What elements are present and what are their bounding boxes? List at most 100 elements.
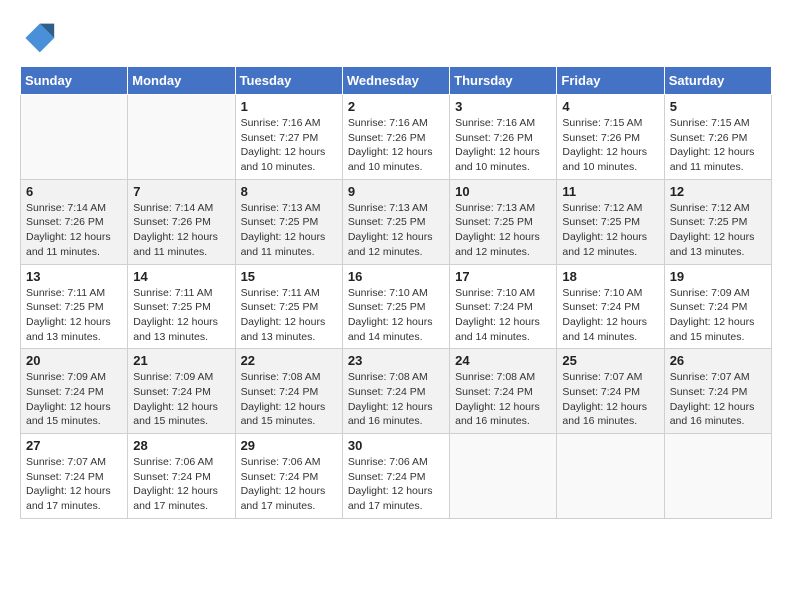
calendar-cell: 12 Sunrise: 7:12 AMSunset: 7:25 PMDayligh… — [664, 179, 771, 264]
weekday-header: Wednesday — [342, 67, 449, 95]
day-detail: Sunrise: 7:08 AMSunset: 7:24 PMDaylight:… — [455, 370, 551, 429]
day-number: 12 — [670, 184, 766, 199]
calendar-cell: 28 Sunrise: 7:06 AMSunset: 7:24 PMDayligh… — [128, 434, 235, 519]
weekday-header: Thursday — [450, 67, 557, 95]
day-number: 28 — [133, 438, 229, 453]
day-detail: Sunrise: 7:12 AMSunset: 7:25 PMDaylight:… — [670, 201, 766, 260]
calendar-cell: 4 Sunrise: 7:15 AMSunset: 7:26 PMDaylight… — [557, 95, 664, 180]
calendar-week-row: 6 Sunrise: 7:14 AMSunset: 7:26 PMDaylight… — [21, 179, 772, 264]
day-number: 1 — [241, 99, 337, 114]
day-detail: Sunrise: 7:09 AMSunset: 7:24 PMDaylight:… — [670, 286, 766, 345]
calendar-cell: 17 Sunrise: 7:10 AMSunset: 7:24 PMDayligh… — [450, 264, 557, 349]
day-number: 10 — [455, 184, 551, 199]
weekday-header: Saturday — [664, 67, 771, 95]
calendar-cell: 5 Sunrise: 7:15 AMSunset: 7:26 PMDaylight… — [664, 95, 771, 180]
logo-icon — [20, 20, 56, 56]
calendar-cell: 22Sunrise: 7:08 AMSunset: 7:24 PMDayligh… — [235, 349, 342, 434]
day-number: 15 — [241, 269, 337, 284]
weekday-header: Monday — [128, 67, 235, 95]
day-number: 18 — [562, 269, 658, 284]
day-number: 25 — [562, 353, 658, 368]
calendar-cell: 1 Sunrise: 7:16 AMSunset: 7:27 PMDaylight… — [235, 95, 342, 180]
calendar-week-row: 20Sunrise: 7:09 AMSunset: 7:24 PMDayligh… — [21, 349, 772, 434]
logo — [20, 20, 62, 56]
day-detail: Sunrise: 7:13 AMSunset: 7:25 PMDaylight:… — [241, 201, 337, 260]
calendar-cell: 27 Sunrise: 7:07 AMSunset: 7:24 PMDayligh… — [21, 434, 128, 519]
calendar-cell: 13 Sunrise: 7:11 AMSunset: 7:25 PMDayligh… — [21, 264, 128, 349]
day-detail: Sunrise: 7:13 AMSunset: 7:25 PMDaylight:… — [348, 201, 444, 260]
calendar-cell — [128, 95, 235, 180]
day-number: 23 — [348, 353, 444, 368]
day-detail: Sunrise: 7:07 AMSunset: 7:24 PMDaylight:… — [562, 370, 658, 429]
day-number: 3 — [455, 99, 551, 114]
weekday-header: Friday — [557, 67, 664, 95]
weekday-header: Tuesday — [235, 67, 342, 95]
weekday-header: Sunday — [21, 67, 128, 95]
calendar-cell: 23 Sunrise: 7:08 AMSunset: 7:24 PMDayligh… — [342, 349, 449, 434]
calendar-cell: 20Sunrise: 7:09 AMSunset: 7:24 PMDayligh… — [21, 349, 128, 434]
day-detail: Sunrise: 7:12 AMSunset: 7:25 PMDaylight:… — [562, 201, 658, 260]
calendar-week-row: 1 Sunrise: 7:16 AMSunset: 7:27 PMDaylight… — [21, 95, 772, 180]
day-number: 16 — [348, 269, 444, 284]
calendar-cell — [21, 95, 128, 180]
day-detail: Sunrise: 7:08 AMSunset: 7:24 PMDaylight:… — [348, 370, 444, 429]
day-detail: Sunrise: 7:11 AMSunset: 7:25 PMDaylight:… — [26, 286, 122, 345]
day-number: 2 — [348, 99, 444, 114]
day-number: 21 — [133, 353, 229, 368]
day-number: 6 — [26, 184, 122, 199]
calendar-cell — [450, 434, 557, 519]
calendar-cell: 25 Sunrise: 7:07 AMSunset: 7:24 PMDayligh… — [557, 349, 664, 434]
calendar-cell: 19 Sunrise: 7:09 AMSunset: 7:24 PMDayligh… — [664, 264, 771, 349]
day-number: 17 — [455, 269, 551, 284]
calendar-cell: 21Sunrise: 7:09 AMSunset: 7:24 PMDayligh… — [128, 349, 235, 434]
calendar-cell: 9 Sunrise: 7:13 AMSunset: 7:25 PMDaylight… — [342, 179, 449, 264]
day-number: 5 — [670, 99, 766, 114]
day-number: 13 — [26, 269, 122, 284]
calendar-cell: 10Sunrise: 7:13 AMSunset: 7:25 PMDayligh… — [450, 179, 557, 264]
day-number: 27 — [26, 438, 122, 453]
day-detail: Sunrise: 7:15 AMSunset: 7:26 PMDaylight:… — [562, 116, 658, 175]
calendar-cell: 15 Sunrise: 7:11 AMSunset: 7:25 PMDayligh… — [235, 264, 342, 349]
calendar-cell: 30 Sunrise: 7:06 AMSunset: 7:24 PMDayligh… — [342, 434, 449, 519]
calendar-cell: 7 Sunrise: 7:14 AMSunset: 7:26 PMDaylight… — [128, 179, 235, 264]
day-detail: Sunrise: 7:16 AMSunset: 7:26 PMDaylight:… — [348, 116, 444, 175]
day-number: 24 — [455, 353, 551, 368]
calendar-body: 1 Sunrise: 7:16 AMSunset: 7:27 PMDaylight… — [21, 95, 772, 519]
day-detail: Sunrise: 7:08 AMSunset: 7:24 PMDaylight:… — [241, 370, 337, 429]
day-detail: Sunrise: 7:10 AMSunset: 7:24 PMDaylight:… — [562, 286, 658, 345]
day-number: 26 — [670, 353, 766, 368]
page-header — [20, 20, 772, 56]
day-detail: Sunrise: 7:16 AMSunset: 7:27 PMDaylight:… — [241, 116, 337, 175]
day-number: 9 — [348, 184, 444, 199]
calendar-cell: 3 Sunrise: 7:16 AMSunset: 7:26 PMDaylight… — [450, 95, 557, 180]
day-detail: Sunrise: 7:14 AMSunset: 7:26 PMDaylight:… — [133, 201, 229, 260]
day-detail: Sunrise: 7:14 AMSunset: 7:26 PMDaylight:… — [26, 201, 122, 260]
day-detail: Sunrise: 7:06 AMSunset: 7:24 PMDaylight:… — [348, 455, 444, 514]
day-detail: Sunrise: 7:11 AMSunset: 7:25 PMDaylight:… — [241, 286, 337, 345]
day-number: 4 — [562, 99, 658, 114]
day-number: 19 — [670, 269, 766, 284]
calendar-cell: 18 Sunrise: 7:10 AMSunset: 7:24 PMDayligh… — [557, 264, 664, 349]
day-detail: Sunrise: 7:07 AMSunset: 7:24 PMDaylight:… — [26, 455, 122, 514]
day-detail: Sunrise: 7:06 AMSunset: 7:24 PMDaylight:… — [133, 455, 229, 514]
day-detail: Sunrise: 7:09 AMSunset: 7:24 PMDaylight:… — [26, 370, 122, 429]
day-detail: Sunrise: 7:10 AMSunset: 7:24 PMDaylight:… — [455, 286, 551, 345]
day-detail: Sunrise: 7:16 AMSunset: 7:26 PMDaylight:… — [455, 116, 551, 175]
day-number: 14 — [133, 269, 229, 284]
calendar-cell — [557, 434, 664, 519]
calendar-cell: 11 Sunrise: 7:12 AMSunset: 7:25 PMDayligh… — [557, 179, 664, 264]
day-detail: Sunrise: 7:15 AMSunset: 7:26 PMDaylight:… — [670, 116, 766, 175]
calendar-cell: 6 Sunrise: 7:14 AMSunset: 7:26 PMDaylight… — [21, 179, 128, 264]
calendar-cell: 16Sunrise: 7:10 AMSunset: 7:25 PMDayligh… — [342, 264, 449, 349]
calendar-cell: 24 Sunrise: 7:08 AMSunset: 7:24 PMDayligh… — [450, 349, 557, 434]
day-number: 30 — [348, 438, 444, 453]
calendar-table: SundayMondayTuesdayWednesdayThursdayFrid… — [20, 66, 772, 519]
day-number: 11 — [562, 184, 658, 199]
calendar-cell — [664, 434, 771, 519]
day-detail: Sunrise: 7:11 AMSunset: 7:25 PMDaylight:… — [133, 286, 229, 345]
calendar-week-row: 27 Sunrise: 7:07 AMSunset: 7:24 PMDayligh… — [21, 434, 772, 519]
day-number: 7 — [133, 184, 229, 199]
calendar-cell: 2 Sunrise: 7:16 AMSunset: 7:26 PMDaylight… — [342, 95, 449, 180]
calendar-cell: 14 Sunrise: 7:11 AMSunset: 7:25 PMDayligh… — [128, 264, 235, 349]
calendar-header: SundayMondayTuesdayWednesdayThursdayFrid… — [21, 67, 772, 95]
